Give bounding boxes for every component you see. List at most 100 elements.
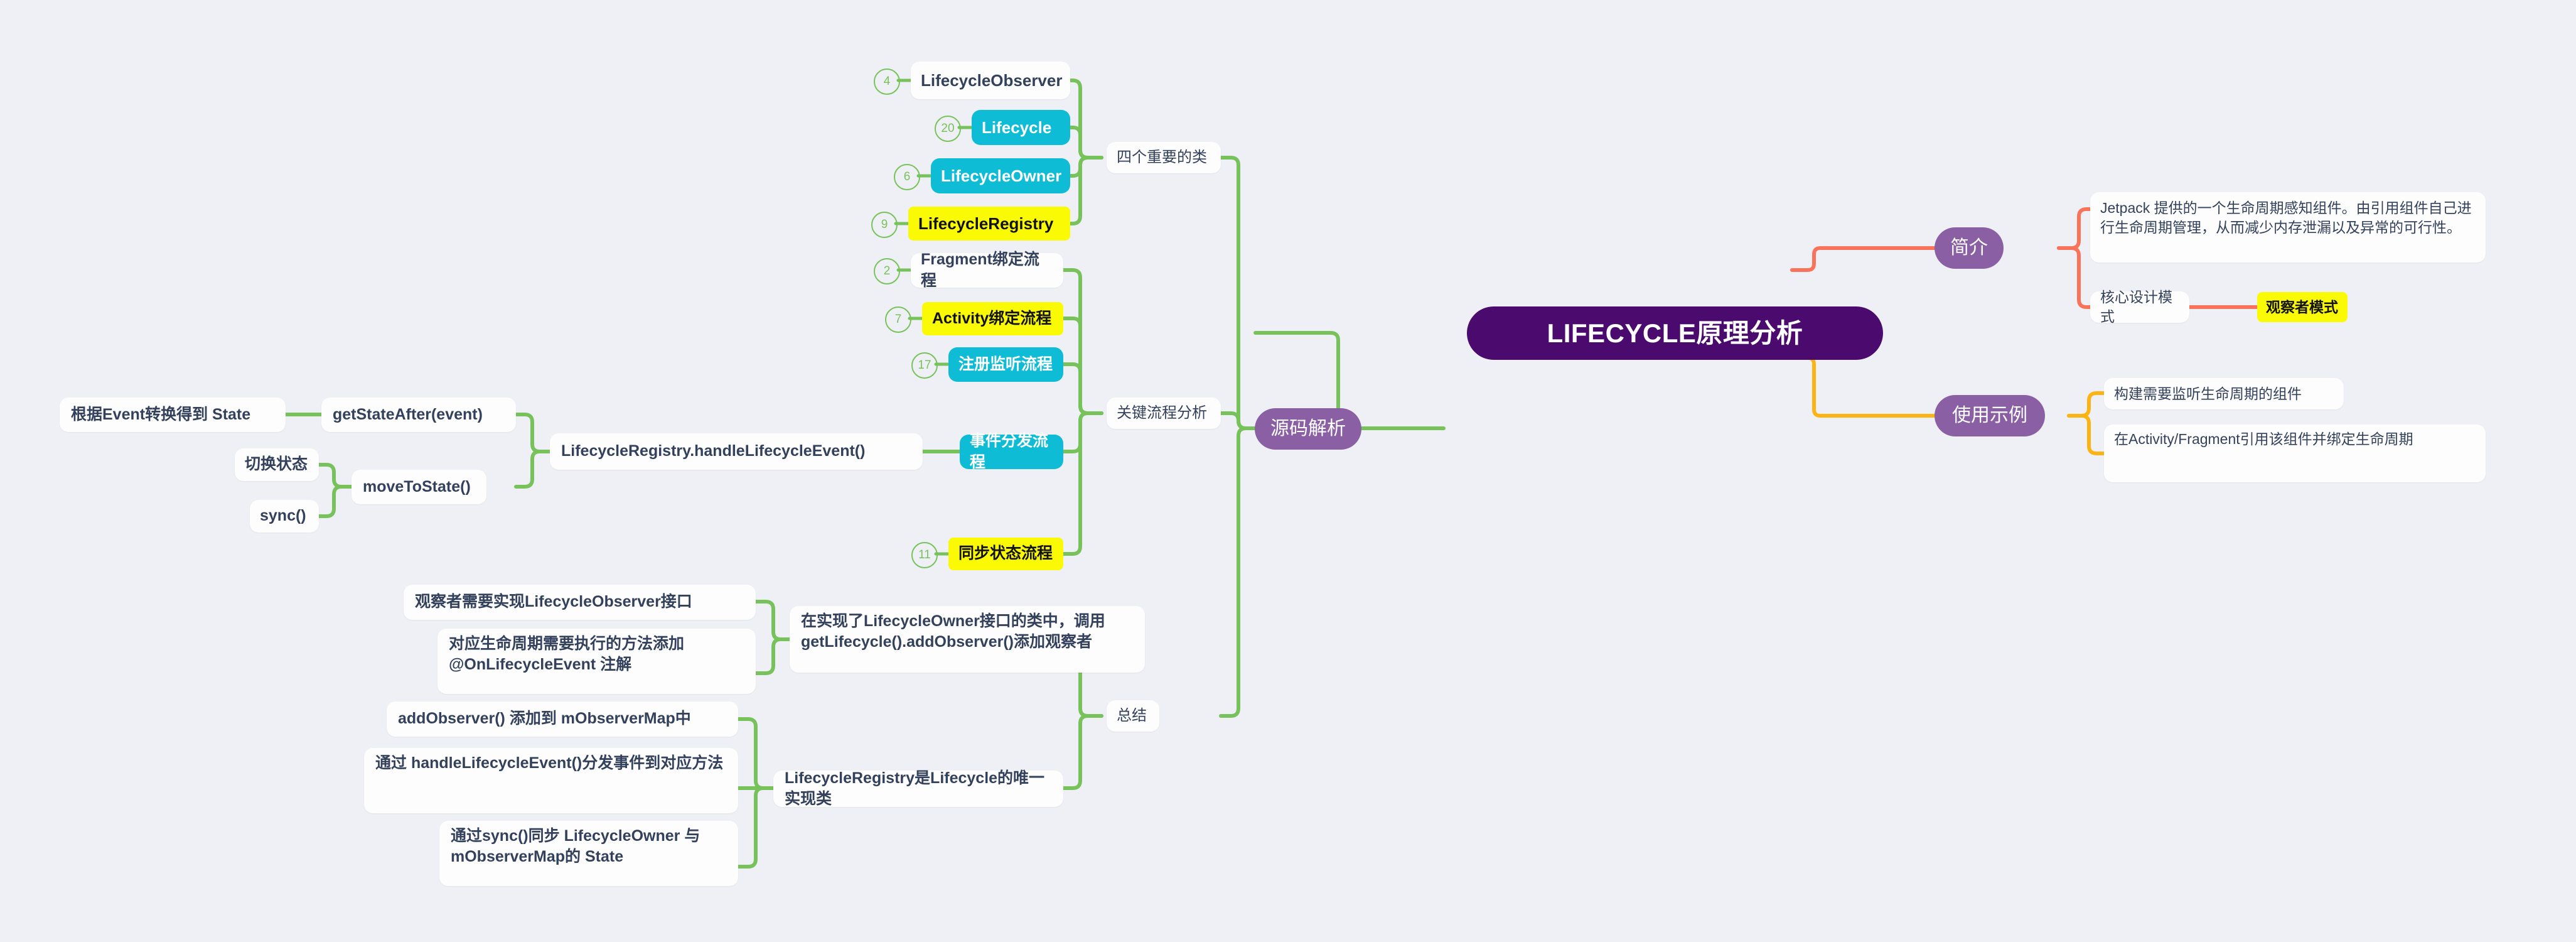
sync-label: sync() (260, 507, 306, 525)
intro-child-0-label: Jetpack 提供的一个生命周期感知组件。由引用组件自己进行生命周期管理，从而… (2100, 200, 2472, 236)
badge-20-label: 20 (941, 122, 955, 135)
source-child-key-flows[interactable]: 关键流程分析 (1107, 398, 1221, 429)
summary-groupA-1[interactable]: 对应生命周期需要执行的方法添加 @OnLifecycleEvent 注解 (437, 629, 756, 694)
badge-11: 11 (911, 542, 938, 568)
badge-9-label: 9 (881, 218, 888, 231)
summary-groupB-1-label: 通过 handleLifecycleEvent()分发事件到对应方法 (375, 754, 724, 772)
root-node[interactable]: LIFECYCLE原理分析 (1467, 306, 1883, 360)
get-state-after-label: getStateAfter(event) (333, 405, 483, 423)
flow-node-register-listener[interactable]: 注册监听流程 (948, 347, 1063, 382)
class-node-1-label: Lifecycle (982, 117, 1052, 137)
state-from-event-label: 根据Event转换得到 State (71, 405, 251, 423)
link-sumA-1 (754, 637, 792, 675)
class-node-3-label: LifecycleRegistry (918, 214, 1054, 233)
handle-lifecycle-event-label: LifecycleRegistry.handleLifecycleEvent() (561, 442, 866, 460)
source-child-0-label: 四个重要的类 (1117, 149, 1207, 166)
link-sumB-2 (736, 786, 775, 869)
link-flow-1 (1061, 317, 1103, 415)
source-child-summary[interactable]: 总结 (1107, 700, 1159, 732)
intro-grandchild-label: 观察者模式 (2266, 298, 2338, 315)
branch-intro-label: 简介 (1950, 237, 1988, 259)
link-flow-4 (1061, 411, 1103, 556)
badge-6: 6 (894, 164, 920, 190)
root-label: LIFECYCLE原理分析 (1547, 318, 1803, 348)
usage-child-0[interactable]: 构建需要监听生命周期的组件 (2104, 378, 2344, 409)
link-four-0 (1068, 78, 1103, 160)
link-mts-c1 (317, 485, 353, 518)
flow-node-activity-binding[interactable]: Activity绑定流程 (922, 302, 1063, 335)
link-source-c2 (1219, 426, 1257, 718)
flow-node-1-label: Activity绑定流程 (932, 309, 1052, 327)
class-node-lifecycleregistry[interactable]: LifecycleRegistry (908, 207, 1070, 241)
state-from-event-node[interactable]: 根据Event转换得到 State (60, 398, 286, 432)
link-sumB-0 (736, 717, 775, 790)
summary-groupA-0-label: 观察者需要实现LifecycleObserver接口 (415, 593, 692, 611)
flow-node-sync-state[interactable]: 同步状态流程 (948, 538, 1063, 570)
flow-node-fragment-binding[interactable]: Fragment绑定流程 (911, 251, 1063, 290)
summary-groupB-2[interactable]: 通过sync()同步 LifecycleOwner 与 mObserverMap… (439, 821, 738, 886)
link-usage-c1 (2067, 414, 2111, 455)
switch-state-node[interactable]: 切换状态 (235, 448, 319, 481)
summary-child-0-label: 在实现了LifecycleOwner接口的类中，调用getLifecycle()… (801, 612, 1105, 651)
move-to-state-label: moveToState() (363, 477, 471, 495)
usage-child-1[interactable]: 在Activity/Fragment引用该组件并绑定生命周期 (2104, 425, 2486, 482)
intro-child-0[interactable]: Jetpack 提供的一个生命周期感知组件。由引用组件自己进行生命周期管理，从而… (2090, 192, 2486, 263)
summary-groupB-2-label: 通过sync()同步 LifecycleOwner 与 mObserverMap… (451, 827, 705, 866)
handle-lifecycle-event-node[interactable]: LifecycleRegistry.handleLifecycleEvent() (550, 433, 923, 470)
mindmap-canvas: LIFECYCLE原理分析 源码解析 简介 使用示例 Jetpack 提供的一个… (0, 0, 2576, 942)
summary-groupB-0[interactable]: addObserver() 添加到 mObserverMap中 (387, 701, 738, 737)
link-root-usage (1790, 356, 1936, 418)
class-node-lifecycle[interactable]: Lifecycle (972, 110, 1070, 145)
intro-grandchild-observer-pattern[interactable]: 观察者模式 (2257, 292, 2348, 322)
source-child-1-label: 关键流程分析 (1117, 404, 1207, 422)
usage-child-1-label: 在Activity/Fragment引用该组件并绑定生命周期 (2114, 431, 2413, 447)
summary-child-0[interactable]: 在实现了LifecycleOwner接口的类中，调用getLifecycle()… (790, 606, 1145, 673)
flow-node-0-label: Fragment绑定流程 (921, 251, 1039, 290)
badge-17: 17 (911, 352, 938, 379)
branch-usage[interactable]: 使用示例 (1935, 395, 2045, 436)
summary-groupA-1-label: 对应生命周期需要执行的方法添加 @OnLifecycleEvent 注解 (449, 635, 689, 674)
flow-node-2-label: 注册监听流程 (958, 355, 1053, 373)
summary-groupB-1[interactable]: 通过 handleLifecycleEvent()分发事件到对应方法 (364, 748, 738, 813)
link-usage-c0 (2067, 391, 2111, 418)
source-child-four-classes[interactable]: 四个重要的类 (1107, 142, 1221, 173)
badge-2: 2 (874, 258, 900, 284)
sync-node[interactable]: sync() (250, 500, 319, 533)
link-flow-2 (1061, 362, 1103, 415)
class-node-2-label: LifecycleOwner (941, 166, 1062, 185)
link-four-3 (1068, 156, 1103, 225)
flow-node-event-dispatch[interactable]: 事件分发流程 (960, 432, 1063, 471)
summary-groupA-0[interactable]: 观察者需要实现LifecycleObserver接口 (404, 585, 756, 620)
branch-source-analysis[interactable]: 源码解析 (1255, 408, 1361, 450)
link-flow-3 (1061, 411, 1103, 453)
badge-4-label: 4 (883, 75, 891, 88)
switch-state-label: 切换状态 (245, 455, 308, 474)
badge-9: 9 (871, 212, 898, 238)
link-sum-c1 (1061, 714, 1103, 790)
class-node-0-label: LifecycleObserver (921, 70, 1063, 90)
usage-child-0-label: 构建需要监听生命周期的组件 (2114, 385, 2302, 402)
badge-7: 7 (885, 306, 911, 333)
branch-usage-label: 使用示例 (1952, 405, 2027, 426)
flow-node-3-label: 事件分发流程 (970, 432, 1049, 471)
source-child-2-label: 总结 (1117, 707, 1147, 725)
badge-7-label: 7 (894, 313, 902, 326)
branch-intro[interactable]: 简介 (1935, 227, 2004, 269)
flow-node-4-label: 同步状态流程 (958, 544, 1053, 563)
link-sumA-0 (754, 600, 792, 641)
link-handle-c0 (514, 413, 552, 453)
badge-17-label: 17 (918, 359, 931, 372)
link-source-c0 (1219, 156, 1257, 430)
link-flow-0 (1061, 268, 1103, 415)
link-four-1 (1068, 126, 1103, 160)
badge-11-label: 11 (918, 548, 931, 561)
intro-child-1[interactable]: 核心设计模式 (2090, 289, 2189, 325)
link-root-intro (1790, 246, 1936, 272)
branch-source-analysis-label: 源码解析 (1270, 418, 1346, 440)
badge-20: 20 (935, 116, 961, 142)
class-node-lifecycleobserver[interactable]: LifecycleObserver (911, 62, 1070, 99)
summary-child-1[interactable]: LifecycleRegistry是Lifecycle的唯一实现类 (773, 769, 1063, 808)
get-state-after-node[interactable]: getStateAfter(event) (321, 398, 516, 432)
class-node-lifecycleowner[interactable]: LifecycleOwner (931, 158, 1070, 193)
move-to-state-node[interactable]: moveToState() (352, 470, 486, 504)
